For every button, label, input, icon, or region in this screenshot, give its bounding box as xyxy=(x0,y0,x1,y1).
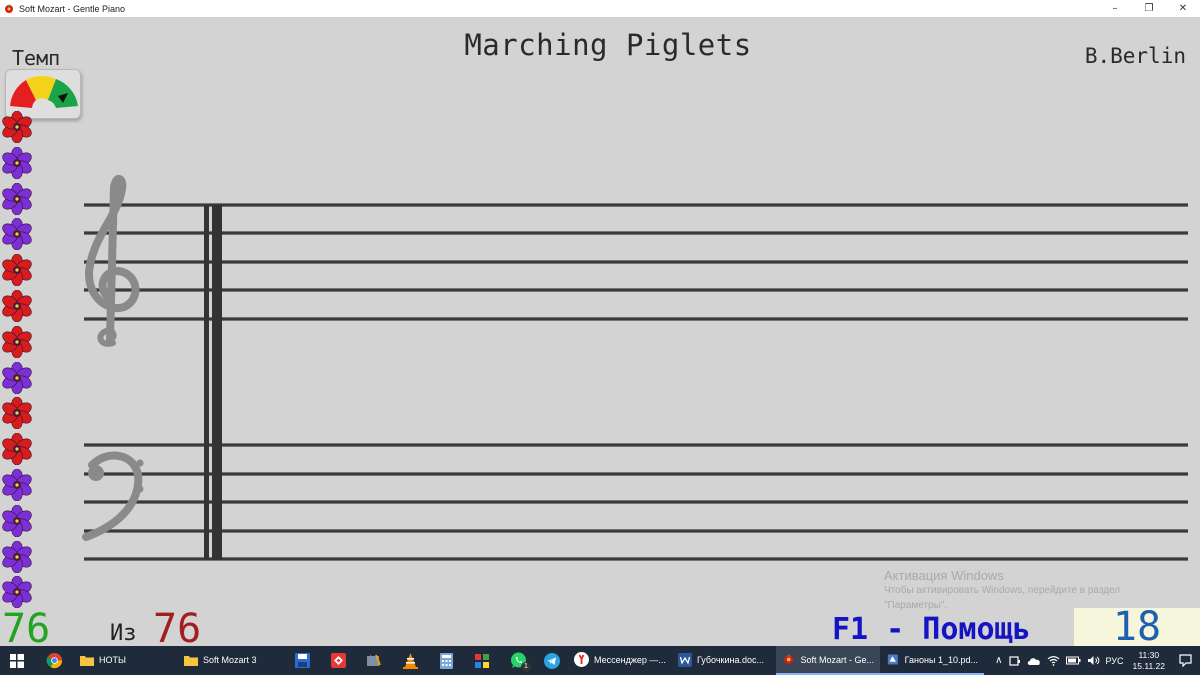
score-box: 18 xyxy=(1074,604,1200,650)
taskbar-save-app[interactable] xyxy=(284,646,320,675)
windows-taskbar: НОТЫ Soft Mozart 3 1 Мессенджер —... Губ… xyxy=(0,646,1200,675)
taskbar-telegram[interactable] xyxy=(536,646,568,675)
close-button[interactable]: ✕ xyxy=(1166,0,1200,17)
taskbar-games[interactable] xyxy=(464,646,500,675)
anydesk-icon xyxy=(330,653,346,668)
windows-logo-icon xyxy=(10,653,24,668)
tray-device-icon[interactable] xyxy=(1006,655,1024,667)
taskbar-calculator[interactable] xyxy=(428,646,464,675)
telegram-icon xyxy=(544,652,560,669)
piano-canvas: Marching Piglets B.Berlin Темп Активация… xyxy=(0,17,1200,652)
tray-overflow-button[interactable]: ∧ xyxy=(992,655,1005,666)
taskbar-pdf-document[interactable]: Ганоны 1_10.pd... xyxy=(880,646,984,675)
cloud-icon xyxy=(1027,657,1040,665)
whatsapp-badge: 1 xyxy=(521,662,531,672)
tray-onedrive-icon[interactable] xyxy=(1024,656,1044,666)
notification-icon xyxy=(1179,654,1192,667)
calculator-icon xyxy=(439,652,453,669)
vlc-cone-icon xyxy=(402,652,418,669)
pdf-reader-icon xyxy=(887,654,898,665)
tray-wifi-icon[interactable] xyxy=(1044,655,1063,666)
word-icon xyxy=(678,652,692,667)
window-title: Soft Mozart - Gentle Piano xyxy=(19,3,126,14)
taskbar-vlc[interactable] xyxy=(392,646,428,675)
help-hint: F1 - Помощь xyxy=(832,612,1031,647)
tools-icon xyxy=(367,654,381,666)
tray-volume-icon[interactable] xyxy=(1084,655,1103,666)
puzzle-game-icon xyxy=(475,653,489,668)
score-value: 18 xyxy=(1112,604,1162,650)
taskbar-softmozart-running[interactable]: Soft Mozart - Ge... xyxy=(776,646,880,675)
notifications-button[interactable] xyxy=(1171,654,1200,667)
grand-staff xyxy=(82,175,1188,561)
thin-barline xyxy=(204,205,209,560)
maximize-button[interactable]: ❐ xyxy=(1132,0,1166,17)
battery-icon xyxy=(1065,656,1080,665)
soft-mozart-app-icon xyxy=(3,3,15,15)
yandex-icon xyxy=(574,652,589,667)
treble-staff-lines xyxy=(84,203,1188,321)
start-button[interactable] xyxy=(0,646,34,675)
taskbar-whatsapp[interactable]: 1 xyxy=(500,646,536,675)
system-tray: ∧ РУС 11:30 15.11.22 xyxy=(992,646,1200,675)
window-title-bar: Soft Mozart - Gentle Piano – ❐ ✕ xyxy=(0,0,1200,17)
bass-clef-icon xyxy=(82,451,144,541)
taskbar-yandex-messenger[interactable]: Мессенджер —... xyxy=(568,646,672,675)
tray-battery-icon[interactable] xyxy=(1063,656,1084,665)
taskbar-anydesk[interactable] xyxy=(320,646,356,675)
tray-clock[interactable]: 11:30 15.11.22 xyxy=(1127,650,1171,672)
floppy-disk-icon xyxy=(294,653,310,668)
chrome-icon xyxy=(45,652,62,669)
folder-icon xyxy=(80,655,94,666)
device-icon xyxy=(1008,655,1020,666)
folder-icon xyxy=(184,655,198,666)
of-label: Из xyxy=(110,621,137,646)
soft-mozart-icon xyxy=(784,653,794,664)
taskbar-word-document[interactable]: Губочкина.doc... xyxy=(672,646,776,675)
taskbar-chrome[interactable] xyxy=(34,646,74,675)
minimize-button[interactable]: – xyxy=(1098,0,1132,17)
tray-language[interactable]: РУС xyxy=(1103,656,1127,666)
bass-staff-lines xyxy=(84,443,1188,561)
thick-barline xyxy=(212,205,222,560)
taskbar-folder-softmozart[interactable]: Soft Mozart 3 xyxy=(178,646,284,675)
speaker-icon xyxy=(1087,656,1099,665)
taskbar-folder-notes[interactable]: НОТЫ xyxy=(74,646,178,675)
wifi-icon xyxy=(1047,656,1059,666)
taskbar-tools-app[interactable] xyxy=(356,646,392,675)
